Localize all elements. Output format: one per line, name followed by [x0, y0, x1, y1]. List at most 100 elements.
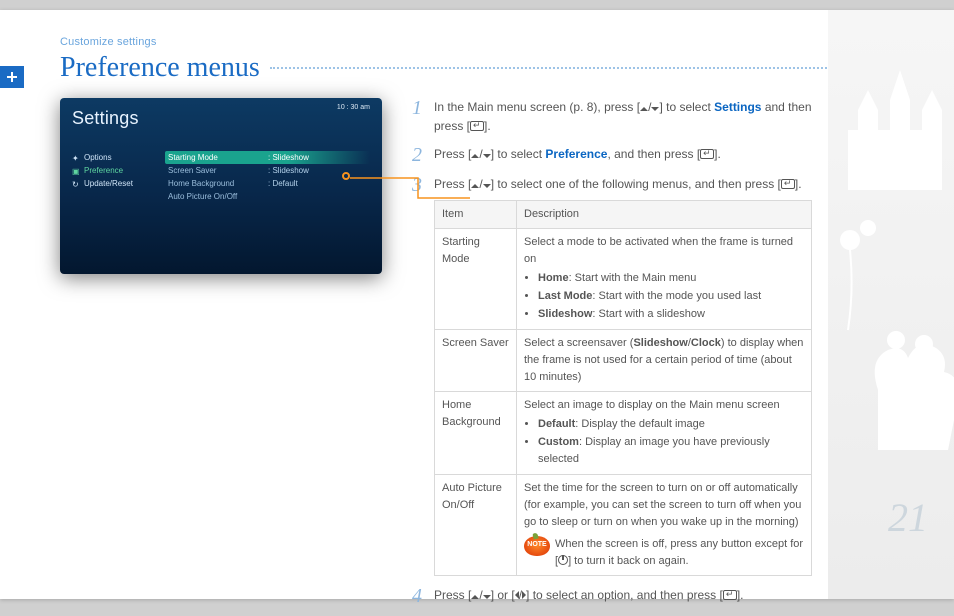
up-icon [471, 154, 479, 158]
text: In the Main menu screen (p. 8), press [ [434, 100, 640, 114]
enter-icon [723, 590, 737, 600]
option-text: : Start with a slideshow [592, 308, 705, 320]
text: , and then press [ [607, 147, 700, 161]
table-row: Home Background Select an image to displ… [435, 392, 812, 475]
list-item: Default: Display the default image [538, 416, 804, 433]
step-1: 1 In the Main menu screen (p. 8), press … [412, 98, 812, 135]
table-cell-desc: Select an image to display on the Main m… [517, 392, 812, 475]
device-columns: ✦ Options ▣ Preference ↻ Update/Reset [72, 151, 370, 203]
menu-row-screen-saver: Screen Saver : Slideshow [168, 164, 370, 177]
step-body: In the Main menu screen (p. 8), press [/… [434, 98, 812, 135]
text: ] to turn it back on again. [568, 555, 688, 567]
menu-label: Screen Saver [168, 166, 268, 175]
person-icon: ▣ [72, 167, 80, 175]
text: ]. [737, 588, 744, 602]
callout-circle [342, 172, 350, 180]
table-cell-item: Auto Picture On/Off [435, 475, 517, 575]
step-2: 2 Press [/] to select Preference, and th… [412, 145, 812, 165]
device-clock: 10 : 30 am [337, 104, 370, 111]
device-screenshot: 10 : 30 am Settings ✦ Options ▣ Preferen… [60, 98, 382, 274]
table-header-desc: Description [517, 200, 812, 228]
table-row: Starting Mode Select a mode to be activa… [435, 228, 812, 329]
step-body: Press [/] to select one of the following… [434, 175, 812, 575]
refresh-icon: ↻ [72, 180, 80, 188]
nav-item-preference: ▣ Preference [72, 164, 154, 177]
text: Set the time for the screen to turn on o… [524, 482, 801, 528]
power-icon [558, 555, 568, 565]
menu-row-auto-picture: Auto Picture On/Off [168, 190, 370, 203]
menu-value: : Default [268, 179, 298, 188]
table-row: Screen Saver Select a screensaver (Slide… [435, 330, 812, 392]
nav-label: Options [84, 153, 112, 162]
option-label: Default [538, 418, 575, 430]
option-label: Custom [538, 436, 579, 448]
menu-row-home-background: Home Background : Default [168, 177, 370, 190]
text: Select a screensaver ( [524, 337, 633, 349]
menu-label: Starting Mode [168, 153, 268, 162]
table-cell-desc: Select a mode to be activated when the f… [517, 228, 812, 329]
table-cell-desc: Set the time for the screen to turn on o… [517, 475, 812, 575]
note: NOTE When the screen is off, press any b… [524, 536, 804, 570]
enter-icon [781, 179, 795, 189]
step-3: 3 Press [/] to select one of the followi… [412, 175, 812, 575]
breadcrumb: Customize settings [60, 36, 914, 48]
device-wrap: 10 : 30 am Settings ✦ Options ▣ Preferen… [60, 98, 382, 616]
menu-value: : Slideshow [268, 153, 309, 162]
option-label: Slideshow [538, 308, 592, 320]
text: ] to select [491, 147, 546, 161]
up-icon [471, 184, 479, 188]
left-icon [515, 591, 519, 599]
table-cell-item: Home Background [435, 392, 517, 475]
text: ]. [795, 177, 802, 191]
nav-label: Preference [84, 166, 123, 175]
text: ] to select one of the following menus, … [491, 177, 781, 191]
title-row: Preference menus [60, 52, 914, 84]
down-icon [483, 595, 491, 599]
nav-item-options: ✦ Options [72, 151, 154, 164]
option-text: : Start with the Main menu [569, 272, 697, 284]
page-body: 10 : 30 am Settings ✦ Options ▣ Preferen… [60, 98, 914, 616]
menu-value: : Slideshow [268, 166, 309, 175]
manual-page: Customize settings Preference menus 10 :… [0, 10, 954, 599]
list-item: Home: Start with the Main menu [538, 270, 804, 287]
option-text: : Display the default image [575, 418, 705, 430]
list-item: Slideshow: Start with a slideshow [538, 306, 804, 323]
table-header-row: Item Description [435, 200, 812, 228]
step-number: 1 [412, 98, 426, 135]
text: ] or [ [491, 588, 515, 602]
text: Press [ [434, 588, 471, 602]
text: ]. [484, 119, 491, 133]
device-menu-list: Starting Mode : Slideshow Screen Saver :… [160, 151, 370, 203]
table-row: Auto Picture On/Off Set the time for the… [435, 475, 812, 575]
section-tab [0, 66, 24, 88]
menu-label: Auto Picture On/Off [168, 192, 268, 201]
down-icon [483, 184, 491, 188]
step-number: 3 [412, 175, 426, 575]
text: ] to select [659, 100, 714, 114]
plus-icon [6, 71, 18, 83]
table-cell-item: Starting Mode [435, 228, 517, 329]
enter-icon [700, 149, 714, 159]
text: Select a mode to be activated when the f… [524, 236, 793, 265]
option-list: Default: Display the default image Custo… [538, 416, 804, 468]
option-label: Home [538, 272, 569, 284]
device-heading: Settings [72, 108, 370, 129]
preference-link: Preference [545, 147, 607, 161]
menu-label: Home Background [168, 179, 268, 188]
up-icon [640, 107, 648, 111]
settings-link: Settings [714, 100, 761, 114]
page-number: 21 [888, 494, 928, 541]
nav-label: Update/Reset [84, 179, 133, 188]
option-label: Slideshow [633, 337, 687, 349]
option-label: Last Mode [538, 290, 592, 302]
list-item: Custom: Display an image you have previo… [538, 434, 804, 468]
gear-icon: ✦ [72, 154, 80, 162]
step-body: Press [/] to select Preference, and then… [434, 145, 812, 165]
nav-item-update-reset: ↻ Update/Reset [72, 177, 154, 190]
menu-description-table: Item Description Starting Mode Select a … [434, 200, 812, 576]
up-icon [471, 595, 479, 599]
title-divider [270, 67, 914, 69]
option-text: : Start with the mode you used last [592, 290, 761, 302]
down-icon [483, 154, 491, 158]
option-label: Clock [691, 337, 721, 349]
